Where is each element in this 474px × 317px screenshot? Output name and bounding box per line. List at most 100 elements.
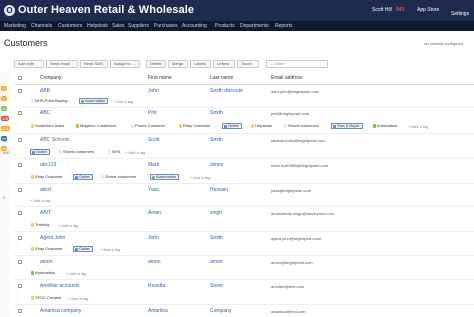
merge-button[interactable]: Merge bbox=[168, 60, 188, 68]
row-checkbox[interactable] bbox=[18, 89, 22, 93]
tag[interactable]: Automation bbox=[372, 123, 399, 129]
row-checkbox[interactable] bbox=[18, 236, 22, 240]
last-name-link[interactable]: Smith bbox=[210, 137, 223, 143]
first-name-link[interactable]: Aman bbox=[148, 210, 161, 216]
tag[interactable]: Phone Customer bbox=[130, 123, 167, 129]
first-name-link[interactable]: Scott bbox=[148, 137, 159, 143]
side-badge[interactable]: 206 bbox=[1, 126, 10, 131]
first-name-link[interactable]: Rosetta bbox=[148, 283, 165, 289]
row-checkbox[interactable] bbox=[18, 163, 22, 167]
tag[interactable]: Shorts customers bbox=[58, 149, 96, 155]
nav-departments[interactable]: Departments bbox=[240, 23, 269, 29]
row-checkbox[interactable] bbox=[18, 211, 22, 215]
row-checkbox[interactable] bbox=[18, 309, 22, 313]
nav-helpdesk[interactable]: Helpdesk bbox=[87, 23, 108, 29]
side-badge[interactable]: 115 bbox=[1, 116, 10, 121]
row-checkbox[interactable] bbox=[18, 138, 22, 142]
send-email-button[interactable]: Send email bbox=[46, 60, 78, 68]
tag[interactable]: NHS bbox=[107, 149, 122, 155]
company-link[interactable]: amon bbox=[40, 259, 53, 265]
last-name-link[interactable]: singh bbox=[210, 210, 222, 216]
company-link[interactable]: abcd bbox=[40, 187, 51, 193]
nav-reports[interactable]: Reports bbox=[275, 23, 293, 29]
add-tag-link[interactable]: + Add a tag bbox=[113, 99, 133, 104]
tag[interactable]: Outlet bbox=[73, 246, 93, 252]
tag[interactable]: Automation bbox=[30, 270, 57, 276]
email-value[interactable]: amon@brightpearl.com bbox=[271, 260, 313, 265]
touch-button[interactable]: Touch bbox=[237, 60, 259, 68]
last-name-link[interactable]: Company bbox=[210, 308, 231, 314]
column-company[interactable]: Company bbox=[40, 75, 61, 81]
settings-link[interactable]: Settings bbox=[451, 11, 469, 17]
last-name-link[interactable]: Stone bbox=[210, 283, 223, 289]
app-title[interactable]: Outer Heaven Retail & Wholesale bbox=[18, 4, 194, 16]
tag[interactable]: Automation bbox=[150, 174, 180, 180]
tag[interactable]: Magento Customers bbox=[75, 123, 118, 129]
company-link[interactable]: Antartica company bbox=[40, 308, 81, 314]
company-link[interactable]: abc123 bbox=[40, 162, 56, 168]
add-note-button[interactable]: Add note bbox=[14, 60, 44, 68]
add-tag-link[interactable]: + Add a tag bbox=[58, 223, 78, 228]
add-tag-link[interactable]: + Add a tag bbox=[125, 150, 145, 155]
email-value[interactable]: agent.john@brightpearl.com bbox=[271, 236, 321, 241]
more-select[interactable]: — More bbox=[266, 60, 328, 68]
app-logo[interactable]: O bbox=[4, 5, 15, 16]
last-name-link[interactable]: Smith bbox=[210, 235, 223, 241]
company-link[interactable]: ABC bbox=[40, 110, 50, 116]
tag[interactable]: Ebay Customer bbox=[30, 246, 65, 252]
side-badge[interactable]: 10 bbox=[1, 106, 8, 111]
row-checkbox[interactable] bbox=[18, 188, 22, 192]
add-tag-link[interactable]: + Add a tag bbox=[66, 271, 86, 276]
assign-to-button[interactable]: Assign to ... bbox=[110, 60, 140, 68]
first-name-link[interactable]: Priti bbox=[148, 110, 157, 116]
add-tag-link[interactable]: + Add a tag bbox=[68, 296, 88, 301]
first-name-link[interactable]: John bbox=[148, 235, 159, 241]
email-value[interactable]: dan+john@brightpearl.com bbox=[271, 89, 319, 94]
email-value[interactable]: antartica@test.com bbox=[271, 309, 306, 314]
nav-channels[interactable]: Channels bbox=[31, 23, 52, 29]
tag[interactable]: Outlet bbox=[222, 123, 242, 129]
company-link[interactable]: Agent John bbox=[40, 235, 65, 241]
send-sms-button[interactable]: Send SMS bbox=[80, 60, 108, 68]
company-link[interactable]: ABB bbox=[40, 88, 50, 94]
row-checkbox[interactable] bbox=[18, 111, 22, 115]
column-email[interactable]: Email address bbox=[271, 75, 303, 81]
company-link[interactable]: ABC Schools bbox=[40, 137, 69, 143]
nav-accounting[interactable]: Accounting bbox=[182, 23, 207, 29]
email-value[interactable]: yaza@brightpearl.com bbox=[271, 188, 311, 193]
column-last-name[interactable]: Last name bbox=[210, 75, 233, 81]
email-value[interactable]: mark.duff+888@brightpearl.com bbox=[271, 163, 328, 168]
tag[interactable]: NHS-Price-Buying bbox=[30, 98, 69, 104]
tag[interactable]: SFDC Created bbox=[30, 295, 63, 301]
tag[interactable]: Ebay Customer bbox=[178, 123, 213, 129]
app-store-link[interactable]: App Store bbox=[417, 7, 439, 13]
tag[interactable]: Ebay Customer bbox=[30, 174, 65, 180]
letters-button[interactable]: Letters bbox=[213, 60, 235, 68]
add-tag-link[interactable]: + Add a tag bbox=[100, 247, 120, 252]
nav-sales[interactable]: Sales bbox=[112, 23, 125, 29]
last-name-link[interactable]: Jones bbox=[210, 162, 223, 168]
last-name-link[interactable]: Smith discount bbox=[210, 88, 243, 94]
labels-button[interactable]: Labels bbox=[190, 60, 211, 68]
company-link[interactable]: Amollier accounts bbox=[40, 283, 79, 289]
nav-purchases[interactable]: Purchases bbox=[154, 23, 178, 29]
tag[interactable]: Shorts customers bbox=[283, 123, 321, 129]
nav-customers[interactable]: Customers bbox=[58, 23, 82, 29]
nav-marketing[interactable]: Marketing bbox=[4, 23, 26, 29]
side-badge[interactable]: 17 bbox=[1, 96, 8, 101]
tag[interactable]: Shorts customers bbox=[100, 174, 138, 180]
row-checkbox[interactable] bbox=[18, 284, 22, 288]
last-name-link[interactable]: amon bbox=[210, 259, 223, 265]
email-value[interactable]: takahiro.kato@brightpearl.com bbox=[271, 138, 326, 143]
delete-button[interactable]: Delete bbox=[146, 60, 166, 68]
company-link[interactable]: ABIT bbox=[40, 210, 51, 216]
tag[interactable]: Hepatuas bbox=[250, 123, 274, 129]
first-name-link[interactable]: John bbox=[148, 88, 159, 94]
tag[interactable]: Training bbox=[30, 222, 51, 228]
tag[interactable]: Outlet bbox=[73, 174, 93, 180]
notification-badge[interactable]: 840 bbox=[396, 7, 404, 13]
select-all-checkbox[interactable] bbox=[18, 76, 22, 80]
user-menu[interactable]: Scott Hill bbox=[372, 7, 392, 13]
first-name-link[interactable]: Antartica bbox=[148, 308, 168, 314]
email-value[interactable]: amansbeep.singh@ambeyond.com bbox=[271, 211, 334, 216]
